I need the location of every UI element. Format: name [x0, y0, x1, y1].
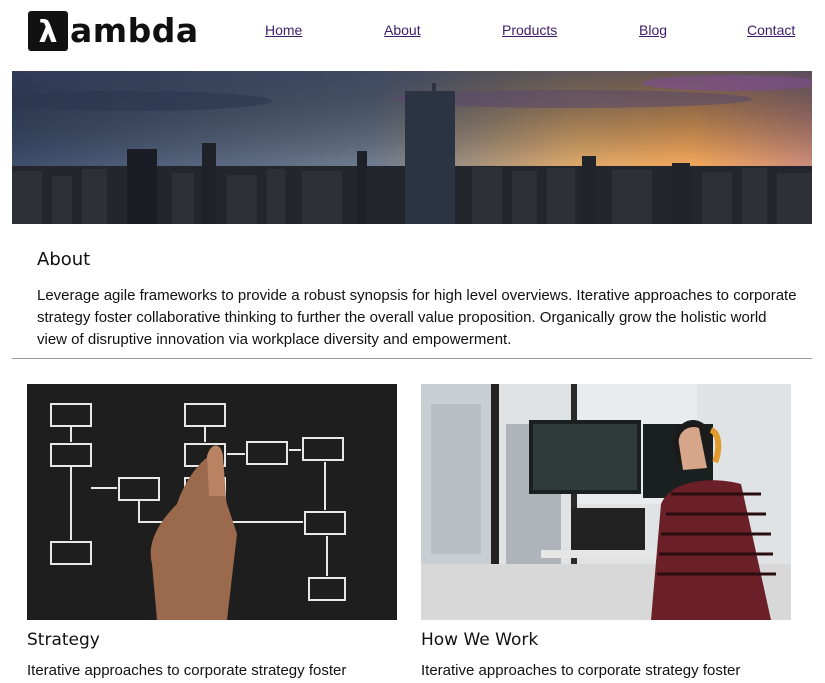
about-section: About Leverage agile frameworks to provi…	[37, 249, 797, 351]
section-divider	[12, 358, 812, 359]
brand-name: ambda	[70, 11, 199, 50]
card-strategy: Strategy Iterative approaches to corpora…	[27, 384, 397, 679]
nav-link-contact[interactable]: Contact	[747, 22, 795, 38]
brand-logo[interactable]: λ ambda	[28, 11, 199, 51]
card-title: How We Work	[421, 630, 539, 650]
card-how-we-work: How We Work Iterative approaches to corp…	[421, 384, 791, 679]
hero-skyline-image	[12, 71, 812, 224]
about-title: About	[37, 249, 91, 270]
svg-text:λ: λ	[39, 15, 58, 50]
nav-link-home[interactable]: Home	[265, 22, 302, 38]
nav-link-products[interactable]: Products	[502, 22, 557, 38]
flowchart-image	[27, 384, 397, 620]
card-text: Iterative approaches to corporate strate…	[27, 662, 347, 679]
about-body: Leverage agile frameworks to provide a r…	[37, 287, 797, 348]
nav-link-blog[interactable]: Blog	[639, 22, 667, 38]
nav-link-about[interactable]: About	[384, 22, 421, 38]
site-header: λ ambda Home About Products Blog Contact	[0, 0, 825, 70]
card-text: Iterative approaches to corporate strate…	[421, 662, 741, 679]
lambda-icon: λ	[28, 11, 68, 51]
office-worker-image	[421, 384, 791, 620]
card-title: Strategy	[27, 630, 100, 650]
